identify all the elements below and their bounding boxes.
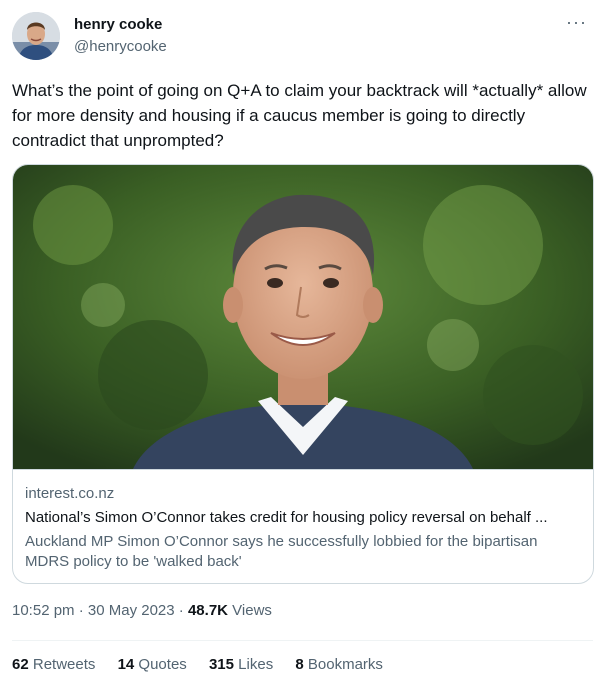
meta-separator: · <box>78 602 84 619</box>
views-label: Views <box>232 602 272 619</box>
tweet-time[interactable]: 10:52 pm <box>12 602 75 619</box>
profile-photo-icon <box>12 12 60 60</box>
likes-label: Likes <box>238 656 274 673</box>
card-description: Auckland MP Simon O’Connor says he succe… <box>25 533 538 570</box>
card-image <box>13 165 593 469</box>
tweet-text: What’s the point of going on Q+A to clai… <box>12 81 587 150</box>
ellipsis-icon[interactable]: ··· <box>566 13 587 31</box>
retweets-count: 62 <box>12 656 29 673</box>
tweet-date[interactable]: 30 May 2023 <box>88 602 175 619</box>
portrait-photo-icon <box>13 165 593 469</box>
author-name[interactable]: henry cooke <box>74 16 162 33</box>
retweets-stat[interactable]: 62 Retweets <box>12 656 95 673</box>
link-card[interactable]: interest.co.nz National’s Simon O’Connor… <box>12 164 594 584</box>
views-count: 48.7K <box>187 602 228 619</box>
engagement-stats: 62 Retweets 14 Quotes 315 Likes 8 Bookma… <box>12 656 401 673</box>
quotes-count: 14 <box>117 656 135 673</box>
divider <box>12 640 593 641</box>
bookmarks-label: Bookmarks <box>307 656 383 673</box>
quotes-stat[interactable]: 14 Quotes <box>118 656 187 673</box>
card-domain: interest.co.nz <box>25 485 115 502</box>
bookmarks-stat[interactable]: 8 Bookmarks <box>295 656 383 673</box>
tweet-header: henry cooke @henrycooke ··· <box>12 12 593 64</box>
card-title: National’s Simon O’Connor takes credit f… <box>25 509 548 526</box>
author-handle[interactable]: @henrycooke <box>74 38 167 55</box>
avatar[interactable] <box>12 12 60 60</box>
tweet-meta: 10:52 pm · 30 May 2023 · 48.7K Views <box>12 602 272 619</box>
likes-count: 315 <box>208 656 234 673</box>
likes-stat[interactable]: 315 Likes <box>209 656 273 673</box>
meta-separator: · <box>178 602 184 619</box>
quotes-label: Quotes <box>138 656 187 673</box>
retweets-label: Retweets <box>32 656 96 673</box>
bookmarks-count: 8 <box>295 656 304 673</box>
card-body: interest.co.nz National’s Simon O’Connor… <box>13 469 593 583</box>
